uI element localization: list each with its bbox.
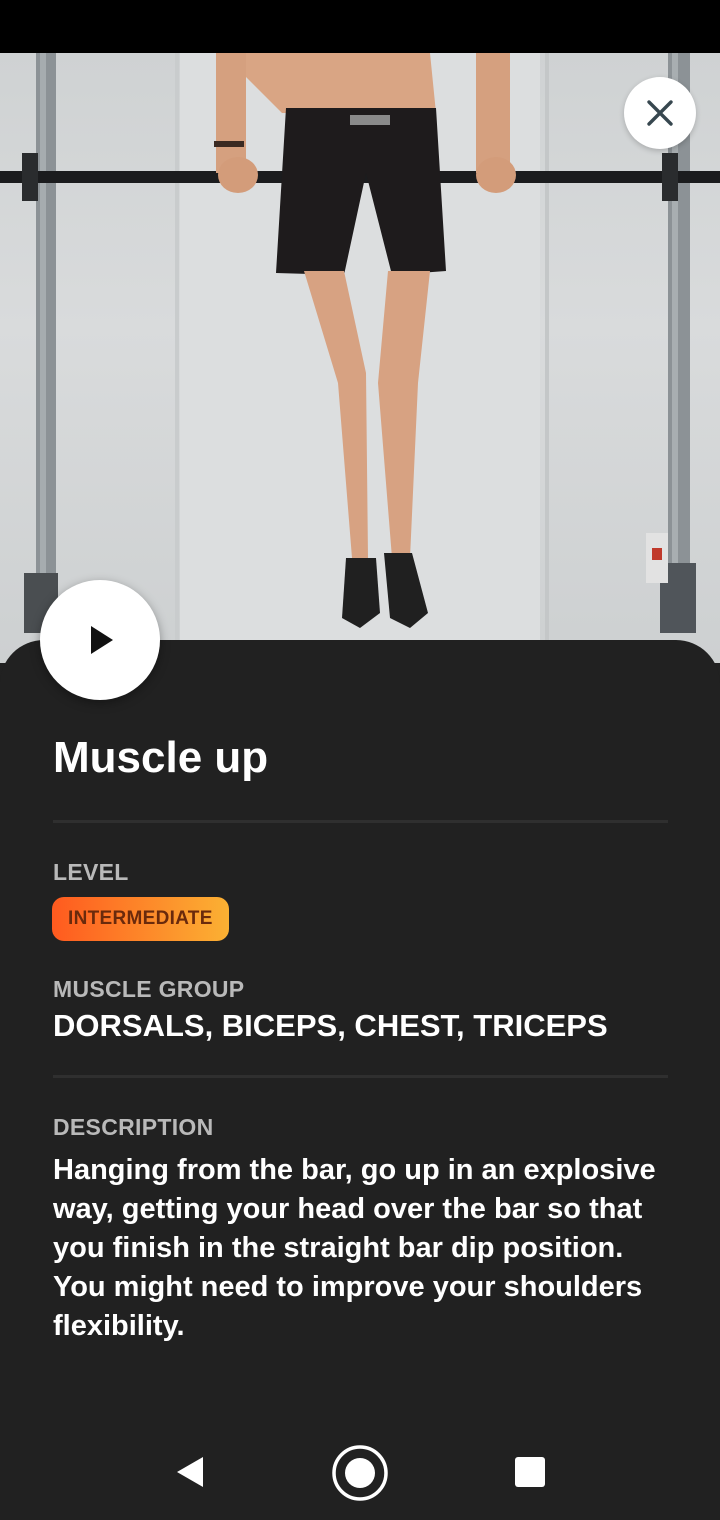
level-label: LEVEL: [53, 859, 129, 885]
recents-square-icon: [515, 1457, 545, 1487]
home-circle-icon: [332, 1445, 388, 1501]
exercise-title: Muscle up: [53, 733, 269, 782]
muscle-group-label: MUSCLE GROUP: [53, 976, 245, 1002]
recents-button[interactable]: [500, 1445, 560, 1499]
close-button[interactable]: [624, 77, 696, 149]
status-bar: [0, 0, 720, 53]
hero-image: [0, 53, 720, 663]
muscle-group-value: DORSALS, BICEPS, CHEST, TRICEPS: [53, 1008, 608, 1043]
play-button[interactable]: [40, 580, 160, 700]
description-label: DESCRIPTION: [53, 1114, 214, 1140]
level-badge: INTERMEDIATE: [52, 897, 229, 941]
system-navigation-bar: [0, 1425, 720, 1520]
divider: [53, 1075, 668, 1078]
back-button[interactable]: [160, 1445, 220, 1499]
back-triangle-icon: [177, 1457, 203, 1487]
divider: [53, 820, 668, 823]
close-icon: [647, 100, 673, 126]
home-button[interactable]: [330, 1443, 390, 1503]
exercise-video-thumbnail: [0, 53, 720, 663]
play-icon: [91, 626, 113, 654]
description-text: Hanging from the bar, go up in an explos…: [53, 1154, 656, 1342]
